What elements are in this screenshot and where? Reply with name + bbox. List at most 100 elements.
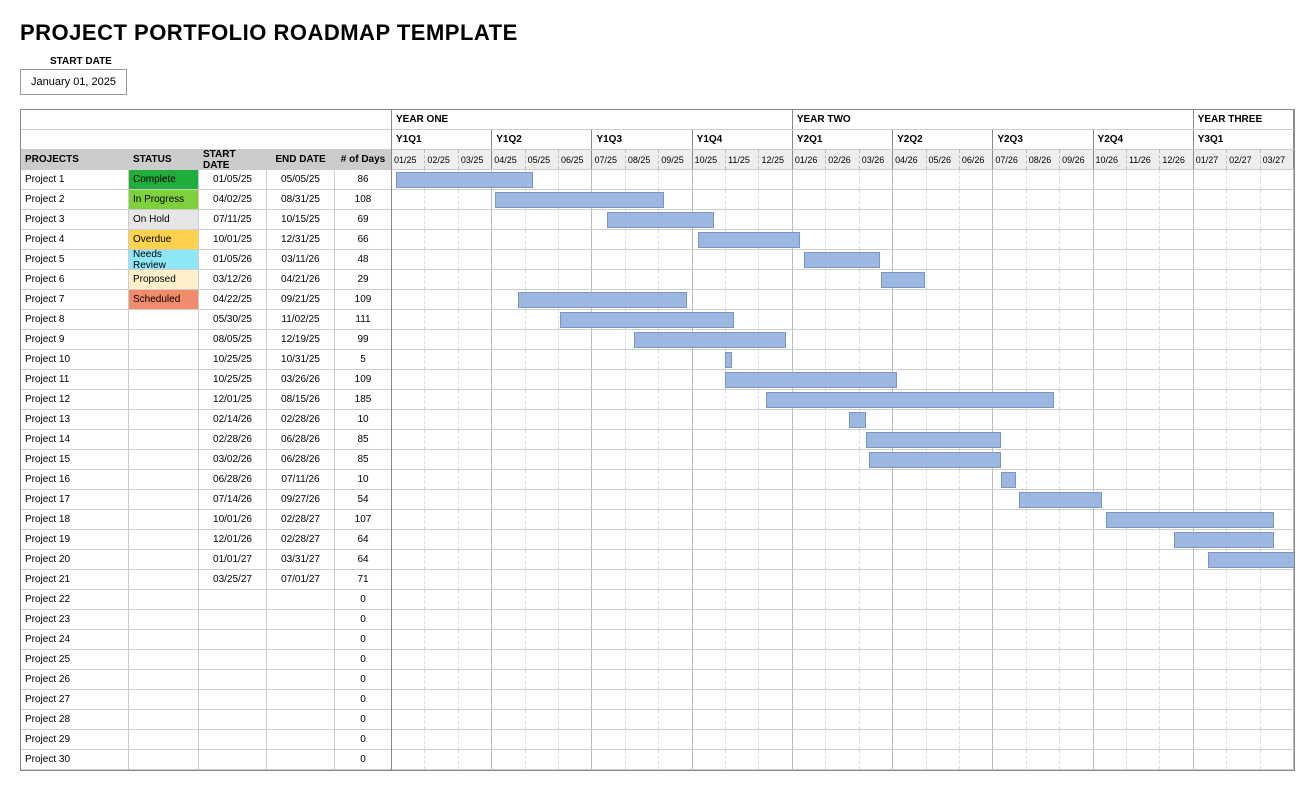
start-date-cell[interactable]: 06/28/26	[199, 470, 267, 489]
end-date-cell[interactable]: 12/19/25	[267, 330, 335, 349]
days-cell[interactable]: 71	[335, 570, 391, 589]
end-date-cell[interactable]: 10/15/25	[267, 210, 335, 229]
start-date-cell[interactable]	[199, 710, 267, 729]
end-date-cell[interactable]: 02/28/27	[267, 530, 335, 549]
status-cell[interactable]	[129, 590, 199, 609]
end-date-cell[interactable]: 06/28/26	[267, 430, 335, 449]
project-name-cell[interactable]: Project 12	[21, 390, 129, 409]
days-cell[interactable]: 10	[335, 410, 391, 429]
start-date-cell[interactable]: 07/14/26	[199, 490, 267, 509]
start-date-cell[interactable]: 08/05/25	[199, 330, 267, 349]
status-cell[interactable]	[129, 490, 199, 509]
end-date-cell[interactable]: 10/31/25	[267, 350, 335, 369]
status-cell[interactable]	[129, 330, 199, 349]
gantt-bar[interactable]	[698, 232, 800, 248]
status-cell[interactable]	[129, 450, 199, 469]
project-name-cell[interactable]: Project 7	[21, 290, 129, 309]
project-name-cell[interactable]: Project 16	[21, 470, 129, 489]
status-cell[interactable]	[129, 750, 199, 769]
end-date-cell[interactable]	[267, 650, 335, 669]
days-cell[interactable]: 109	[335, 370, 391, 389]
status-cell[interactable]	[129, 350, 199, 369]
start-date-cell[interactable]	[199, 750, 267, 769]
status-cell[interactable]: In Progress	[129, 190, 199, 209]
status-cell[interactable]: On Hold	[129, 210, 199, 229]
gantt-bar[interactable]	[518, 292, 687, 308]
project-name-cell[interactable]: Project 8	[21, 310, 129, 329]
days-cell[interactable]: 185	[335, 390, 391, 409]
start-date-cell[interactable]: 02/28/26	[199, 430, 267, 449]
status-cell[interactable]	[129, 390, 199, 409]
status-cell[interactable]	[129, 570, 199, 589]
gantt-bar[interactable]	[560, 312, 734, 328]
start-date-cell[interactable]: 10/01/25	[199, 230, 267, 249]
status-cell[interactable]: Overdue	[129, 230, 199, 249]
project-name-cell[interactable]: Project 20	[21, 550, 129, 569]
status-cell[interactable]	[129, 710, 199, 729]
days-cell[interactable]: 86	[335, 170, 391, 189]
end-date-cell[interactable]: 05/05/25	[267, 170, 335, 189]
days-cell[interactable]: 0	[335, 610, 391, 629]
days-cell[interactable]: 29	[335, 270, 391, 289]
days-cell[interactable]: 54	[335, 490, 391, 509]
start-date-cell[interactable]: 10/25/25	[199, 370, 267, 389]
start-date-cell[interactable]	[199, 610, 267, 629]
end-date-cell[interactable]	[267, 670, 335, 689]
gantt-bar[interactable]	[804, 252, 879, 268]
days-cell[interactable]: 0	[335, 730, 391, 749]
start-date-cell[interactable]: 10/01/26	[199, 510, 267, 529]
end-date-cell[interactable]: 09/21/25	[267, 290, 335, 309]
start-date-cell[interactable]: 04/02/25	[199, 190, 267, 209]
project-name-cell[interactable]: Project 5	[21, 250, 129, 269]
end-date-cell[interactable]: 06/28/26	[267, 450, 335, 469]
project-name-cell[interactable]: Project 6	[21, 270, 129, 289]
status-cell[interactable]: Complete	[129, 170, 199, 189]
gantt-bar[interactable]	[1106, 512, 1274, 528]
days-cell[interactable]: 10	[335, 470, 391, 489]
end-date-cell[interactable]: 04/21/26	[267, 270, 335, 289]
days-cell[interactable]: 85	[335, 450, 391, 469]
days-cell[interactable]: 0	[335, 650, 391, 669]
gantt-bar[interactable]	[634, 332, 786, 348]
status-cell[interactable]	[129, 510, 199, 529]
status-cell[interactable]	[129, 470, 199, 489]
project-name-cell[interactable]: Project 19	[21, 530, 129, 549]
start-date-cell[interactable]: 02/14/26	[199, 410, 267, 429]
project-name-cell[interactable]: Project 17	[21, 490, 129, 509]
status-cell[interactable]	[129, 530, 199, 549]
project-name-cell[interactable]: Project 4	[21, 230, 129, 249]
gantt-bar[interactable]	[1019, 492, 1102, 508]
status-cell[interactable]: Proposed	[129, 270, 199, 289]
start-date-cell[interactable]: 12/01/25	[199, 390, 267, 409]
days-cell[interactable]: 109	[335, 290, 391, 309]
start-date-cell[interactable]: 10/25/25	[199, 350, 267, 369]
project-name-cell[interactable]: Project 23	[21, 610, 129, 629]
start-date-cell[interactable]	[199, 690, 267, 709]
days-cell[interactable]: 99	[335, 330, 391, 349]
start-date-cell[interactable]: 05/30/25	[199, 310, 267, 329]
status-cell[interactable]: Needs Review	[129, 250, 199, 269]
status-cell[interactable]	[129, 610, 199, 629]
project-name-cell[interactable]: Project 10	[21, 350, 129, 369]
start-date-cell[interactable]: 01/05/26	[199, 250, 267, 269]
status-cell[interactable]	[129, 670, 199, 689]
end-date-cell[interactable]	[267, 690, 335, 709]
project-name-cell[interactable]: Project 26	[21, 670, 129, 689]
status-cell[interactable]	[129, 550, 199, 569]
end-date-cell[interactable]: 09/27/26	[267, 490, 335, 509]
project-name-cell[interactable]: Project 15	[21, 450, 129, 469]
project-name-cell[interactable]: Project 21	[21, 570, 129, 589]
gantt-bar[interactable]	[1001, 472, 1016, 488]
gantt-bar[interactable]	[607, 212, 714, 228]
start-date-cell[interactable]: 03/02/26	[199, 450, 267, 469]
project-name-cell[interactable]: Project 18	[21, 510, 129, 529]
gantt-bar[interactable]	[881, 272, 925, 288]
gantt-bar[interactable]	[495, 192, 664, 208]
days-cell[interactable]: 0	[335, 750, 391, 769]
days-cell[interactable]: 48	[335, 250, 391, 269]
end-date-cell[interactable]: 02/28/26	[267, 410, 335, 429]
days-cell[interactable]: 5	[335, 350, 391, 369]
start-date-cell[interactable]	[199, 630, 267, 649]
project-name-cell[interactable]: Project 14	[21, 430, 129, 449]
status-cell[interactable]	[129, 370, 199, 389]
